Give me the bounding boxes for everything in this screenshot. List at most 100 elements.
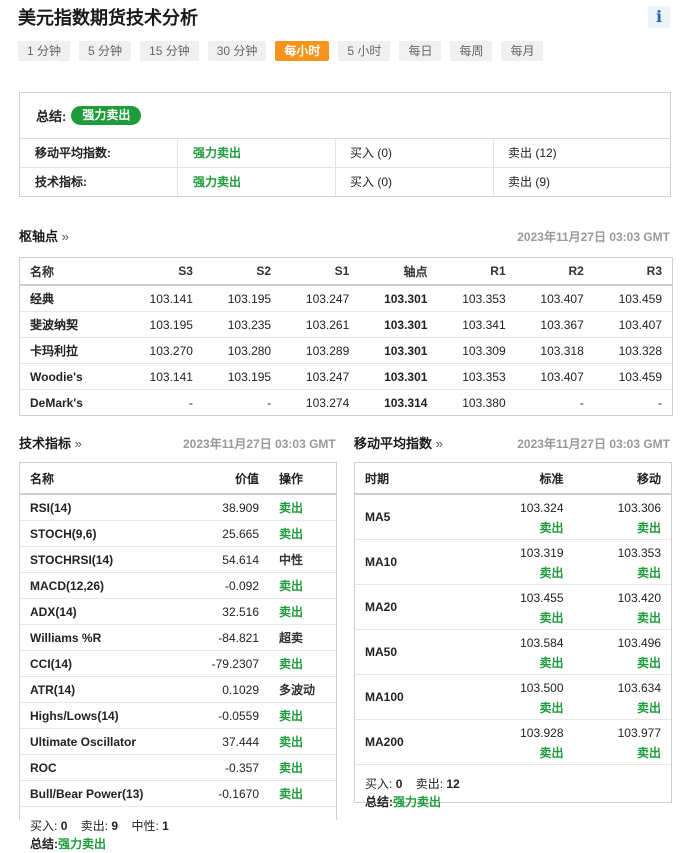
ma-table: 时期 标准 移动 MA5 103.324 卖出 103.306 卖出 MA10 103.31…	[355, 463, 671, 765]
indicator-action: 卖出	[269, 520, 336, 547]
pivot-cell: 103.459	[593, 363, 672, 390]
indicators-section-title[interactable]: 技术指标 »	[19, 433, 82, 452]
pivot-row-name[interactable]: DeMark's	[20, 390, 125, 416]
table-row: ADX(14) 32.516 卖出	[20, 598, 336, 625]
ma-exponential-value: 103.496	[617, 636, 661, 650]
ma-simple-cell: 103.324 卖出	[476, 494, 574, 540]
ma-period[interactable]: MA5	[355, 494, 476, 540]
ma-simple-value: 103.928	[520, 726, 564, 740]
pivot-cell: 103.247	[281, 285, 360, 312]
indicators-col-value: 价值	[190, 463, 269, 495]
tab-timeframe[interactable]: 1 分钟	[18, 41, 71, 61]
ma-period[interactable]: MA50	[355, 629, 476, 675]
indicator-action: 卖出	[269, 650, 336, 677]
indicators-col-name: 名称	[20, 463, 191, 495]
buy-count: 0	[60, 819, 68, 833]
indicator-name[interactable]: Highs/Lows(14)	[20, 702, 191, 729]
indicator-name[interactable]: RSI(14)	[20, 494, 191, 521]
ma-exponential-cell: 103.634 卖出	[573, 674, 671, 720]
ma-simple-cell: 103.584 卖出	[476, 629, 574, 675]
tab-timeframe[interactable]: 每小时	[275, 41, 330, 61]
indicator-name[interactable]: Williams %R	[20, 624, 191, 651]
table-row: MA200 103.928 卖出 103.977 卖出	[355, 719, 671, 765]
ma-simple-cell: 103.319 卖出	[476, 539, 574, 585]
pivot-cell: -	[579, 395, 584, 410]
table-row: MACD(12,26) -0.092 卖出	[20, 572, 336, 599]
pivot-section-title[interactable]: 枢轴点 »	[19, 226, 69, 245]
pivot-row-name[interactable]: Woodie's	[20, 363, 125, 390]
pivot-cell: 103.407	[593, 311, 672, 338]
info-icon[interactable]: i	[648, 6, 670, 28]
tab-timeframe[interactable]: 每月	[501, 41, 544, 61]
tab-timeframe[interactable]: 15 分钟	[140, 41, 199, 61]
table-row: CCI(14) -79.2307 卖出	[20, 650, 336, 677]
summary-row-sell: 卖出 (9)	[508, 175, 551, 189]
ma-simple-value: 103.455	[520, 591, 564, 605]
indicators-header-row: 名称 价值 操作	[20, 463, 336, 495]
ma-period[interactable]: MA100	[355, 674, 476, 720]
indicator-value: -0.1670	[190, 780, 269, 807]
buy-count-label: 买入:	[30, 819, 58, 833]
pivot-cell: 103.301	[359, 363, 438, 390]
indicator-name[interactable]: STOCH(9,6)	[20, 520, 191, 547]
pivot-cell: 103.407	[515, 285, 594, 312]
ma-period[interactable]: MA10	[355, 539, 476, 585]
indicator-name[interactable]: MACD(12,26)	[20, 572, 191, 599]
ma-simple-action: 卖出	[539, 611, 564, 625]
ma-simple-value: 103.319	[520, 546, 564, 560]
table-row: Ultimate Oscillator 37.444 卖出	[20, 728, 336, 755]
ma-exponential-value: 103.977	[617, 726, 661, 740]
indicator-name[interactable]: Bull/Bear Power(13)	[20, 780, 191, 807]
pivot-header-row: 名称 S3 S2 S1 轴点 R1 R2 R3	[20, 258, 672, 286]
tab-timeframe[interactable]: 5 小时	[338, 41, 391, 61]
indicators-title-text: 技术指标	[19, 436, 72, 451]
ma-period[interactable]: MA200	[355, 719, 476, 765]
pivot-cell: 103.195	[202, 285, 282, 312]
table-row: RSI(14) 38.909 卖出	[20, 494, 336, 521]
indicator-name[interactable]: ROC	[20, 754, 191, 781]
indicator-value: 54.614	[190, 546, 269, 573]
ma-simple-action: 卖出	[539, 701, 564, 715]
tab-timeframe[interactable]: 每周	[450, 41, 493, 61]
pivot-row-name[interactable]: 斐波纳契	[20, 311, 125, 338]
pivot-cell: 103.309	[437, 337, 516, 364]
pivot-row-name[interactable]: 卡玛利拉	[20, 337, 125, 364]
ma-title-text: 移动平均指数	[354, 436, 433, 451]
chevron-right-icon: »	[74, 436, 82, 451]
indicator-action: 超卖	[269, 624, 336, 651]
chevron-right-icon: »	[61, 229, 69, 244]
chevron-right-icon: »	[435, 436, 443, 451]
table-row: DeMark's - - 103.274 103.314 103.380 - -	[20, 390, 672, 416]
table-row: Highs/Lows(14) -0.0559 卖出	[20, 702, 336, 729]
indicator-name[interactable]: STOCHRSI(14)	[20, 546, 191, 573]
tab-timeframe[interactable]: 5 分钟	[79, 41, 132, 61]
indicator-name[interactable]: ATR(14)	[20, 676, 191, 703]
indicators-col-action: 操作	[269, 463, 336, 495]
summary-row-indicators: 技术指标: 强力卖出 买入 (0) 卖出 (9)	[20, 168, 670, 196]
pivot-col-header: S2	[202, 258, 282, 286]
pivot-cell: 103.353	[437, 285, 516, 312]
tab-timeframe[interactable]: 30 分钟	[207, 41, 267, 61]
table-row: STOCHRSI(14) 54.614 中性	[20, 546, 336, 573]
indicator-action: 卖出	[269, 780, 336, 807]
ma-simple-value: 103.500	[520, 681, 564, 695]
indicator-value: 25.665	[190, 520, 269, 547]
ma-header-row: 时期 标准 移动	[355, 463, 671, 495]
ma-exponential-action: 卖出	[636, 701, 661, 715]
table-row: Woodie's 103.141 103.195 103.247 103.301 103.…	[20, 363, 672, 390]
table-row: MA5 103.324 卖出 103.306 卖出	[355, 494, 671, 540]
indicator-name[interactable]: CCI(14)	[20, 650, 191, 677]
ma-section-title[interactable]: 移动平均指数 »	[354, 433, 443, 452]
buy-count-label: 买入:	[365, 777, 393, 791]
indicator-name[interactable]: Ultimate Oscillator	[20, 728, 191, 755]
tab-timeframe[interactable]: 每日	[399, 41, 442, 61]
pivot-col-header: R2	[515, 258, 594, 286]
ma-exponential-action: 卖出	[636, 521, 661, 535]
ma-period[interactable]: MA20	[355, 584, 476, 630]
indicator-value: -0.357	[190, 754, 269, 781]
ma-simple-action: 卖出	[539, 566, 564, 580]
summary-verdict: 强力卖出	[58, 837, 107, 851]
ma-exponential-action: 卖出	[636, 746, 661, 760]
pivot-row-name[interactable]: 经典	[20, 285, 125, 312]
indicator-name[interactable]: ADX(14)	[20, 598, 191, 625]
